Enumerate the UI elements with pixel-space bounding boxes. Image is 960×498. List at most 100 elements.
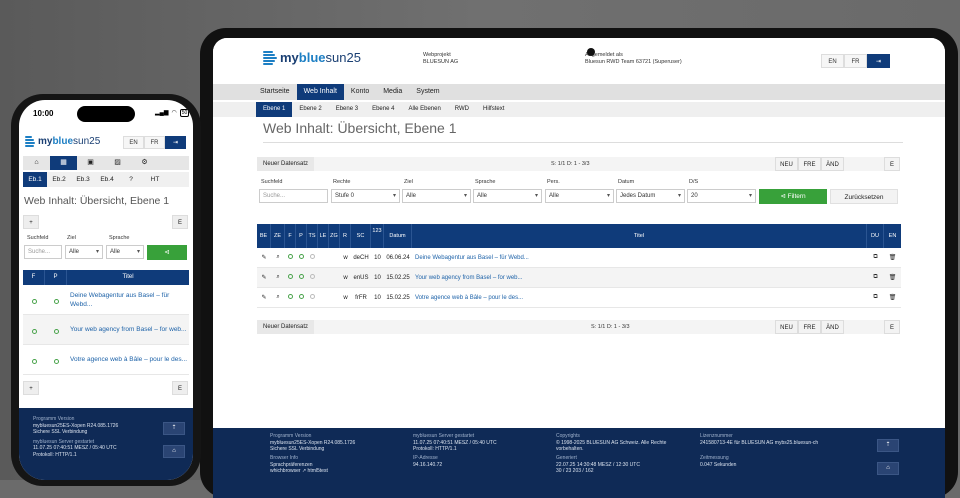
phone-bottom-e-button[interactable]: E [172,381,188,395]
logout-icon[interactable]: ⇥ [867,54,890,68]
bottom-new-record-button[interactable]: Neuer Datensatz [257,320,315,334]
phone-logout-icon[interactable]: ⇥ [165,136,186,149]
bottom-seg-fre-button[interactable]: FRE [798,320,821,334]
phone-e-button[interactable]: E [172,215,188,229]
subnav-ebene-3[interactable]: Ebene 3 [329,102,365,117]
phone-scroll-top-icon[interactable]: ⇡ [163,422,185,435]
phone-table-row[interactable]: Votre agence web à Bâle – pour le des... [23,345,189,375]
edit-icon[interactable]: ✎ [257,274,271,281]
nav-konto[interactable]: Konto [344,84,376,100]
phone-subnav-help[interactable]: ? [119,172,143,187]
phone-title-link[interactable]: Votre agence web à Bâle – pour le des... [67,355,189,364]
th-en[interactable]: EN [884,224,901,248]
phone-bottom-add-button[interactable]: + [23,381,39,395]
subnav-rwd[interactable]: RWD [448,102,476,117]
edit-e-button[interactable]: E [884,157,900,171]
duplicate-icon[interactable]: ⧉ [867,274,884,281]
th-le[interactable]: LE [318,224,329,248]
table-row[interactable]: ✎ ⌕ w deCH 10 06.06.24 Deine Webagentur … [257,248,901,268]
nav-media[interactable]: Media [376,84,409,100]
table-row[interactable]: ✎ ⌕ w enUS 10 15.02.25 Your web agency f… [257,268,901,288]
lang-en-button[interactable]: EN [821,54,844,68]
pers-select[interactable]: Alle [545,189,614,203]
edit-icon[interactable]: ✎ [257,254,271,261]
th-ze[interactable]: ZE [271,224,285,248]
trash-icon[interactable]: 🗑 [884,274,901,281]
phone-brand-logo[interactable]: mybluesun25 [25,136,100,147]
footer-link[interactable]: whichbrowser [270,468,301,474]
search-input[interactable]: Suche... [259,189,328,203]
seg-neu-button[interactable]: NEU [775,157,798,171]
nav-startseite[interactable]: Startseite [253,84,297,100]
media-nav-icon[interactable]: ▨ [104,156,131,170]
th-zg[interactable]: ZG [329,224,340,248]
phone-home-icon[interactable]: ⌂ [163,445,185,458]
th-datum[interactable]: Datum [384,224,412,248]
footer-link[interactable]: mybs25.bluesun-ch [775,440,818,446]
scroll-top-icon[interactable]: ⇡ [877,439,899,452]
trash-icon[interactable]: 🗑 [884,294,901,301]
seg-aend-button[interactable]: ÄND [821,157,844,171]
sprache-select[interactable]: Alle [473,189,542,203]
th-f[interactable]: F [285,224,296,248]
bottom-seg-aend-button[interactable]: ÄND [821,320,844,334]
search-icon[interactable]: ⌕ [271,254,285,261]
new-record-button[interactable]: Neuer Datensatz [257,157,315,171]
th-123[interactable]: 123 [371,224,384,248]
phone-th-p[interactable]: P [45,270,67,285]
reset-button[interactable]: Zurücksetzen [830,189,898,204]
phone-table-row[interactable]: Your web agency from Basel – for web... [23,315,189,345]
th-titel[interactable]: Titel [412,224,867,248]
phone-search-input[interactable]: Suche... [24,245,62,259]
seg-fre-button[interactable]: FRE [798,157,821,171]
phone-title-link[interactable]: Deine Webagentur aus Basel – für Webd... [67,291,189,309]
home-nav-icon[interactable]: ⌂ [23,156,50,170]
th-ts[interactable]: TS [307,224,318,248]
cell-title-link[interactable]: Votre agence web à Bâle – pour le des... [412,295,867,301]
phone-th-titel[interactable]: Titel [67,270,189,285]
phone-lang-en-button[interactable]: EN [123,136,144,149]
table-row[interactable]: ✎ ⌕ w frFR 10 15.02.25 Votre agence web … [257,288,901,308]
phone-subnav-ht[interactable]: HT [143,172,167,187]
subnav-ebene-2[interactable]: Ebene 2 [292,102,328,117]
phone-sprache-select[interactable]: Alle [106,245,144,259]
phone-table-row[interactable]: Deine Webagentur aus Basel – für Webd... [23,285,189,315]
web-content-nav-icon[interactable]: ▦ [50,156,77,170]
trash-icon[interactable]: 🗑 [884,254,901,261]
datum-select[interactable]: Jedes Datum [616,189,685,203]
ds-select[interactable]: 20 [687,189,756,203]
subnav-ebene-1[interactable]: Ebene 1 [256,102,293,117]
th-p[interactable]: P [296,224,307,248]
duplicate-icon[interactable]: ⧉ [867,294,884,301]
th-be[interactable]: BE [257,224,271,248]
subnav-hilfstext[interactable]: Hilfstext [476,102,511,117]
search-icon[interactable]: ⌕ [271,294,285,301]
edit-icon[interactable]: ✎ [257,294,271,301]
cell-title-link[interactable]: Your web agency from Basel – for web... [412,275,867,281]
phone-title-link[interactable]: Your web agency from Basel – for web... [67,325,189,334]
home-icon[interactable]: ⌂ [877,462,899,475]
duplicate-icon[interactable]: ⧉ [867,254,884,261]
th-du[interactable]: DU [867,224,884,248]
subnav-ebene-4[interactable]: Ebene 4 [365,102,401,117]
ziel-select[interactable]: Alle [402,189,471,203]
cell-title-link[interactable]: Deine Webagentur aus Basel – für Webd... [412,255,867,261]
filter-button[interactable]: ⊲ Filtern [759,189,827,204]
bottom-seg-neu-button[interactable]: NEU [775,320,798,334]
bottom-edit-e-button[interactable]: E [884,320,900,334]
phone-th-f[interactable]: F [23,270,45,285]
brand-logo[interactable]: mybluesun25 [263,50,361,65]
rechte-select[interactable]: Stufe 0 [331,189,400,203]
phone-subnav-eb4[interactable]: Eb.4 [95,172,119,187]
phone-filter-button[interactable]: ⊲ [147,245,187,260]
lang-fr-button[interactable]: FR [844,54,867,68]
phone-add-button[interactable]: + [23,215,39,229]
phone-ziel-select[interactable]: Alle [65,245,103,259]
nav-system[interactable]: System [409,84,446,100]
phone-subnav-eb2[interactable]: Eb.2 [47,172,71,187]
phone-lang-fr-button[interactable]: FR [144,136,165,149]
subnav-alle-ebenen[interactable]: Alle Ebenen [401,102,447,117]
th-r[interactable]: R [340,224,351,248]
phone-subnav-eb3[interactable]: Eb.3 [71,172,95,187]
footer-link[interactable]: html5test [308,468,328,474]
